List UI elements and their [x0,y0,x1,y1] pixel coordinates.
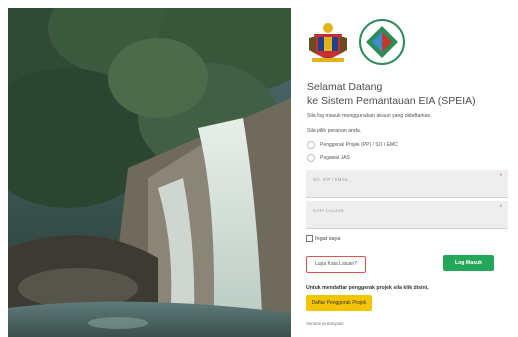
login-panel: Selamat Datang ke Sistem Pemantauan EIA … [291,0,518,337]
required-mark: * [499,205,502,211]
role-option-label: Penggerak Projek (PP) / SO / EMC [320,142,398,148]
welcome-line-2: ke Sistem Pemantauan EIA (SPEIA) [307,95,476,107]
radio-circle-icon[interactable] [307,141,315,149]
role-option-label: Pegawai JAS [320,155,350,161]
faq-link[interactable]: Senarai pertanyaan [306,321,344,326]
password-field[interactable]: KATA LALUAN * [306,201,508,229]
login-button[interactable]: Log Masuk [443,255,494,271]
remember-label: Ingat saya [315,235,341,242]
register-note: Untuk mendaftar penggerak projek sila kl… [306,285,429,291]
role-label: Sila pilih peranan anda. [307,128,362,134]
government-crest-logo [309,23,347,62]
radio-circle-icon[interactable] [307,154,315,162]
remember-me[interactable]: Ingat saya [306,235,340,242]
required-mark: * [499,174,502,180]
login-description: Sila log masuk menggunakan akaun yang di… [307,113,432,119]
id-email-placeholder: NO. K/P / EMAIL [313,177,349,182]
remember-checkbox[interactable] [306,235,313,242]
login-page: Selamat Datang ke Sistem Pemantauan EIA … [0,0,518,337]
role-option-officer[interactable]: Pegawai JAS [307,154,350,162]
password-placeholder: KATA LALUAN [313,208,344,213]
welcome-line-1: Selamat Datang [307,81,383,93]
department-environment-logo [359,19,405,65]
hero-image [8,8,291,337]
role-option-project[interactable]: Penggerak Projek (PP) / SO / EMC [307,141,398,149]
forgot-password-button[interactable]: Lupa Kata Laluan? [306,256,366,273]
id-email-field[interactable]: NO. K/P / EMAIL * [306,170,508,198]
logo-group [306,18,406,66]
welcome-heading: Selamat Datang ke Sistem Pemantauan EIA … [307,80,476,108]
register-project-button[interactable]: Daftar Penggerak Projek [306,295,372,311]
